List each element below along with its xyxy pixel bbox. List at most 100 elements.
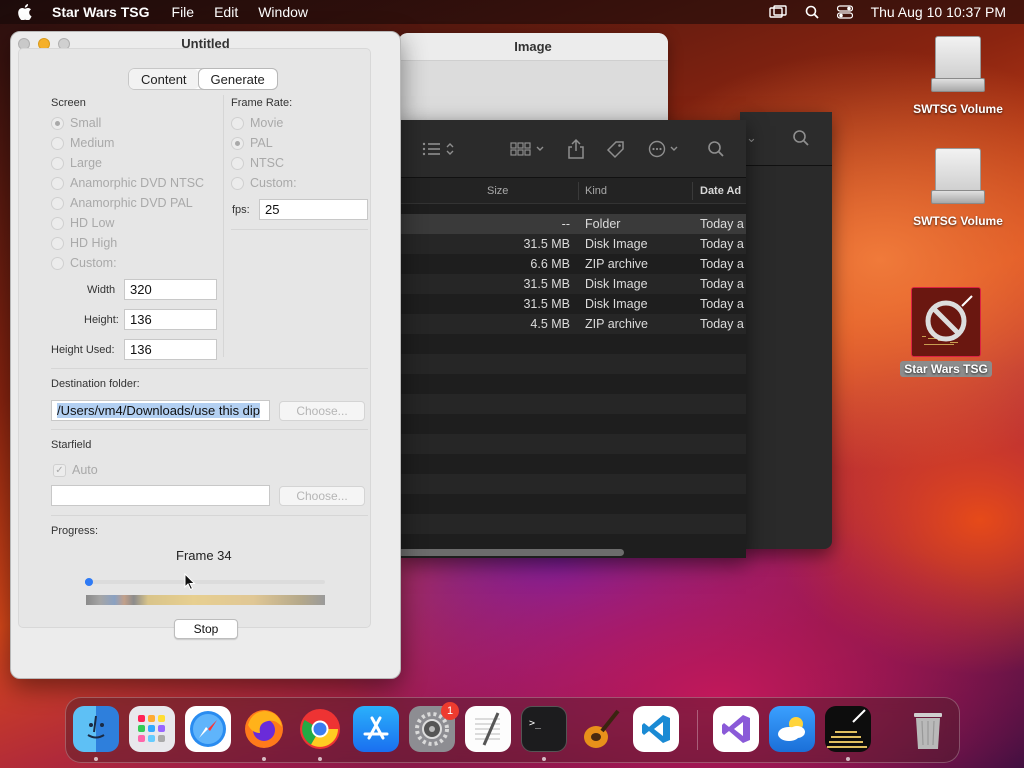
image-window[interactable]: Image (398, 33, 668, 128)
desktop-icon-label: SWTSG Volume (913, 214, 1003, 228)
destination-path: /Users/vm4/Downloads/use this dip (57, 403, 261, 418)
drive-icon (929, 36, 987, 96)
search-icon[interactable] (792, 129, 810, 150)
vscode-dock-icon[interactable] (633, 706, 679, 752)
finder-window[interactable]: Size Kind Date Ad -- Folder Today a 31.5 M… (398, 120, 746, 558)
trash-dock-icon[interactable] (905, 706, 951, 752)
radio-hd-low[interactable]: HD Low (51, 216, 114, 230)
auto-checkbox[interactable]: ✓ Auto (53, 463, 98, 477)
progress-label: Progress: (51, 525, 99, 537)
radio-pal[interactable]: PAL (231, 136, 273, 150)
chevron-down-icon[interactable]: ⌄ (746, 130, 757, 146)
frame-rate-label: Frame Rate: (231, 97, 293, 109)
radio-medium[interactable]: Medium (51, 136, 114, 150)
control-center-icon[interactable] (836, 5, 853, 19)
desktop-icon-label: Star Wars TSG (900, 361, 992, 377)
radio-button (51, 176, 64, 190)
more-actions-icon[interactable] (648, 140, 682, 161)
finder-window-back[interactable]: ⌄ (740, 112, 832, 549)
height-field[interactable]: 136 (124, 309, 217, 330)
file-row[interactable]: 6.6 MB ZIP archive Today a (398, 254, 746, 274)
drive-icon (929, 148, 987, 208)
tab-generate[interactable]: Generate (198, 69, 277, 89)
group-view-icon[interactable] (510, 140, 546, 161)
menu-edit[interactable]: Edit (214, 4, 238, 20)
radio-button (231, 116, 244, 130)
horizontal-scrollbar[interactable] (398, 549, 624, 556)
dock: 1 >_ (65, 697, 960, 763)
file-row[interactable]: 31.5 MB Disk Image Today a (398, 274, 746, 294)
tab-content[interactable]: Content (129, 69, 199, 89)
apple-menu-icon[interactable] (18, 4, 34, 20)
chrome-dock-icon[interactable] (297, 706, 343, 752)
share-icon[interactable] (566, 138, 586, 163)
height-used-field[interactable]: 136 (124, 339, 217, 360)
launchpad-dock-icon[interactable] (129, 706, 175, 752)
width-field[interactable]: 320 (124, 279, 217, 300)
radio-button (51, 256, 64, 270)
starfield-choose-button[interactable]: Choose... (279, 486, 365, 506)
menu-app-name[interactable]: Star Wars TSG (52, 4, 150, 20)
progress-bar (85, 578, 325, 586)
terminal-dock-icon[interactable]: >_ (521, 706, 567, 752)
file-row[interactable]: 31.5 MB Disk Image Today a (398, 234, 746, 254)
radio-button (231, 156, 244, 170)
radio-movie[interactable]: Movie (231, 116, 283, 130)
radio-button (51, 156, 64, 170)
width-label: Width (87, 284, 116, 296)
image-window-title: Image (398, 33, 668, 61)
fps-field[interactable]: 25 (259, 199, 368, 220)
radio-fps-custom[interactable]: Custom: (231, 176, 297, 190)
radio-anamorphic-ntsc[interactable]: Anamorphic DVD NTSC (51, 176, 204, 190)
firefox-dock-icon[interactable] (241, 706, 287, 752)
weather-dock-icon[interactable] (769, 706, 815, 752)
menu-window[interactable]: Window (258, 4, 308, 20)
search-icon[interactable] (707, 140, 725, 161)
file-row[interactable]: -- Folder Today a (398, 214, 746, 234)
column-size[interactable]: Size (487, 185, 508, 197)
finder-dock-icon[interactable] (73, 706, 119, 752)
desktop-icon-star-wars-tsg[interactable]: Star Wars TSG (891, 287, 1001, 377)
desktop-icon-label: SWTSG Volume (913, 102, 1003, 116)
spotlight-search-icon[interactable] (805, 5, 819, 19)
star-wars-tsg-dock-icon[interactable] (825, 706, 871, 752)
system-settings-dock-icon[interactable]: 1 (409, 702, 459, 752)
app-store-dock-icon[interactable] (353, 706, 399, 752)
radio-large[interactable]: Large (51, 156, 102, 170)
screen-mirroring-icon[interactable] (768, 5, 787, 19)
menu-file[interactable]: File (172, 4, 195, 20)
tab-bar: Content Generate (129, 69, 277, 89)
file-row[interactable]: 31.5 MB Disk Image Today a (398, 294, 746, 314)
list-view-icon[interactable] (422, 140, 458, 161)
stop-button[interactable]: Stop (174, 619, 238, 639)
column-kind[interactable]: Kind (585, 185, 607, 197)
desktop-icon-volume-2[interactable]: SWTSG Volume (903, 148, 1013, 228)
textedit-dock-icon[interactable] (465, 706, 511, 752)
radio-button (51, 216, 64, 230)
radio-button (51, 116, 64, 130)
mouse-pointer-icon (184, 572, 196, 594)
radio-button (231, 176, 244, 190)
starfield-field[interactable] (51, 485, 270, 506)
safari-dock-icon[interactable] (185, 706, 231, 752)
radio-button (51, 136, 64, 150)
radio-small[interactable]: Small (51, 116, 101, 130)
radio-screen-custom[interactable]: Custom: (51, 256, 117, 270)
destination-field[interactable]: /Users/vm4/Downloads/use this dip (51, 400, 270, 421)
finder-file-list: -- Folder Today a 31.5 MB Disk Image Today a… (398, 204, 746, 554)
visual-studio-dock-icon[interactable] (713, 706, 759, 752)
desktop-icon-volume-1[interactable]: SWTSG Volume (903, 36, 1013, 116)
file-row[interactable]: 4.5 MB ZIP archive Today a (398, 314, 746, 334)
destination-choose-button[interactable]: Choose... (279, 401, 365, 421)
radio-button (231, 136, 244, 150)
svg-text:>_: >_ (529, 718, 542, 729)
group-divider (223, 95, 224, 357)
menu-clock[interactable]: Thu Aug 10 10:37 PM (871, 4, 1006, 20)
radio-ntsc[interactable]: NTSC (231, 156, 284, 170)
radio-anamorphic-pal[interactable]: Anamorphic DVD PAL (51, 196, 193, 210)
garageband-dock-icon[interactable] (577, 706, 623, 752)
radio-hd-high[interactable]: HD High (51, 236, 117, 250)
finder-column-header: Size Kind Date Ad (398, 178, 746, 204)
tag-icon[interactable] (606, 140, 626, 163)
column-date-added[interactable]: Date Ad (700, 185, 741, 197)
